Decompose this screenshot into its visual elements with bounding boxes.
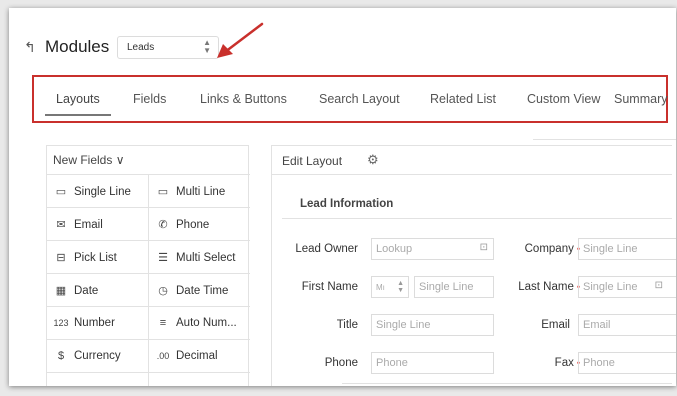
- date-icon: ▦: [55, 285, 67, 297]
- single-line-icon: ▭: [55, 186, 67, 198]
- phone-label: Phone: [324, 357, 358, 369]
- field-type-currency[interactable]: $ Currency: [53, 350, 121, 362]
- divider: [47, 306, 250, 307]
- divider: [282, 218, 672, 219]
- tab-search-layout[interactable]: Search Layout: [319, 92, 400, 106]
- fax-field[interactable]: Phone: [578, 352, 676, 374]
- app-window: ↰ Modules Leads ▲ ▼ Layouts Fields Links …: [9, 8, 676, 386]
- number-icon: 123: [53, 318, 69, 328]
- tab-summary[interactable]: Summary: [614, 92, 667, 106]
- divider: [47, 273, 250, 274]
- back-icon[interactable]: ↰: [24, 39, 36, 56]
- email-label: Email: [541, 319, 570, 331]
- first-name-label: First Name: [301, 281, 358, 293]
- annotation-arrow-icon: [217, 22, 264, 58]
- picklist-icon: ⊟: [56, 252, 66, 264]
- field-type-pick-list[interactable]: ⊟ Pick List: [53, 251, 116, 264]
- field-type-multi-line[interactable]: ▭ Multi Line: [155, 185, 225, 198]
- tab-fields[interactable]: Fields: [133, 92, 166, 106]
- field-type-multi-select[interactable]: ☰ Multi Select: [155, 251, 235, 264]
- edit-layout-label: Edit Layout: [282, 154, 343, 168]
- tab-links-buttons[interactable]: Links & Buttons: [200, 92, 287, 106]
- multi-select-icon: ☰: [158, 252, 168, 264]
- edit-layout-panel: Edit Layout ⚙ Lead Information Lead Owne…: [271, 145, 676, 386]
- divider: [47, 207, 250, 208]
- title-field[interactable]: Single Line: [371, 314, 494, 336]
- divider: [47, 339, 250, 340]
- select-arrows-icon: ▲ ▼: [397, 280, 404, 294]
- module-select-value: Leads: [127, 42, 155, 53]
- tab-custom-view[interactable]: Custom View: [527, 92, 600, 106]
- fax-label: Fax •: [554, 357, 580, 369]
- multi-line-icon: ▭: [157, 186, 169, 198]
- currency-icon: $: [57, 350, 65, 362]
- field-type-phone[interactable]: ✆ Phone: [155, 218, 209, 231]
- tab-layouts[interactable]: Layouts: [56, 92, 100, 106]
- section-title: Lead Information: [300, 198, 394, 210]
- module-select[interactable]: Leads ▲ ▼: [117, 36, 219, 59]
- new-fields-panel: New Fields ∨ ▭ Single Line ▭ Multi Line ✉ E…: [46, 145, 250, 386]
- field-type-auto-number[interactable]: ≡ Auto Num...: [155, 317, 237, 329]
- field-type-date-time[interactable]: ◷ Date Time: [155, 284, 228, 297]
- lock-icon: ⊡: [479, 242, 488, 253]
- title-label: Title: [336, 319, 358, 331]
- email-field[interactable]: Email: [578, 314, 676, 336]
- lock-icon: ⊡: [654, 280, 663, 291]
- divider: [533, 139, 676, 140]
- phone-field[interactable]: Phone: [371, 352, 494, 374]
- divider: [342, 383, 672, 384]
- field-type-date[interactable]: ▦ Date: [53, 284, 99, 297]
- lead-owner-label: Lead Owner: [295, 243, 358, 255]
- first-name-field[interactable]: Single Line: [414, 276, 494, 298]
- lead-owner-field[interactable]: Lookup ⊡: [371, 238, 494, 260]
- auto-number-icon: ≡: [159, 317, 167, 329]
- module-tabs: Layouts Fields Links & Buttons Search La…: [32, 75, 668, 123]
- divider: [47, 372, 250, 373]
- field-type-decimal[interactable]: .00 Decimal: [155, 350, 218, 362]
- decimal-icon: .00: [156, 351, 170, 361]
- company-field[interactable]: Single Line: [578, 238, 676, 260]
- tab-related-list[interactable]: Related List: [430, 92, 496, 106]
- new-fields-dropdown[interactable]: New Fields ∨: [53, 153, 125, 167]
- settings-gear-icon[interactable]: ⚙: [367, 152, 379, 168]
- phone-icon: ✆: [158, 219, 168, 231]
- field-type-email[interactable]: ✉ Email: [53, 218, 102, 231]
- field-type-number[interactable]: 123 Number: [53, 317, 114, 329]
- divider: [148, 174, 149, 386]
- active-tab-indicator: [45, 114, 111, 116]
- company-label: Company •: [524, 243, 580, 255]
- divider: [47, 240, 250, 241]
- salutation-select[interactable]: Mı ▲ ▼: [371, 276, 409, 298]
- last-name-label: Last Name •: [518, 281, 580, 293]
- divider: [272, 174, 672, 175]
- field-type-single-line[interactable]: ▭ Single Line: [53, 185, 131, 198]
- email-icon: ✉: [56, 219, 66, 231]
- chevron-down-icon: ∨: [115, 153, 125, 167]
- last-name-field[interactable]: Single Line ⊡: [578, 276, 676, 298]
- page-title: Modules: [45, 37, 110, 56]
- date-time-icon: ◷: [158, 285, 168, 297]
